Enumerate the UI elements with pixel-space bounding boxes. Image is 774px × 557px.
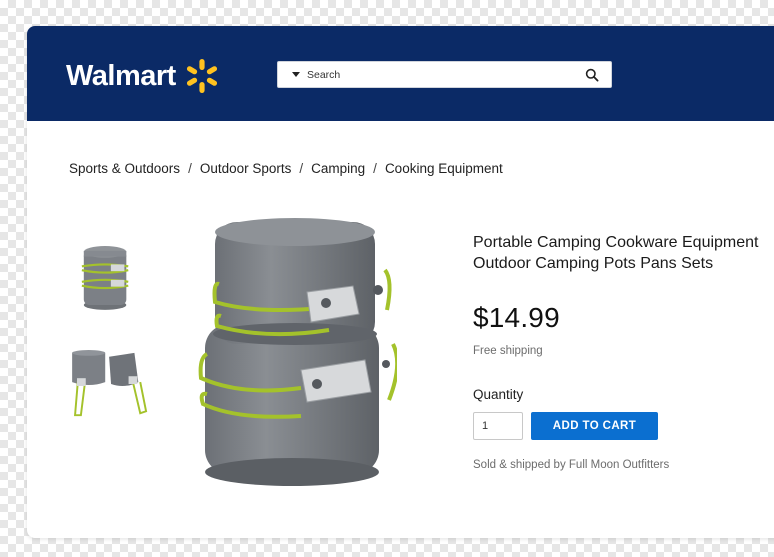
product-price: $14.99 bbox=[473, 302, 560, 333]
product-title-line-1: Portable Camping Cookware Equipment bbox=[473, 234, 759, 251]
product-title-line-2: Outdoor Camping Pots Pans Sets bbox=[473, 255, 714, 272]
product-title: Portable Camping Cookware Equipment Outd… bbox=[473, 232, 774, 274]
search-icon[interactable] bbox=[585, 68, 599, 82]
add-to-cart-button[interactable]: ADD TO CART bbox=[531, 412, 658, 440]
quantity-input[interactable] bbox=[473, 412, 523, 440]
browser-window: Walmart Sports & Outdoors bbox=[27, 26, 774, 538]
quantity-label: Quantity bbox=[473, 387, 524, 402]
logo-text: Walmart bbox=[66, 59, 176, 92]
product-main-image bbox=[198, 218, 397, 486]
breadcrumb-separator: / bbox=[299, 161, 304, 176]
search-dropdown-caret-icon[interactable] bbox=[292, 72, 300, 77]
spark-icon bbox=[186, 59, 217, 93]
breadcrumb-cooking-equipment[interactable]: Cooking Equipment bbox=[385, 161, 503, 176]
product-thumbnail-2[interactable] bbox=[67, 348, 159, 422]
site-header: Walmart bbox=[27, 26, 774, 121]
search-bar[interactable] bbox=[277, 61, 612, 88]
breadcrumb-separator: / bbox=[188, 161, 192, 176]
shipping-info: Free shipping bbox=[473, 345, 543, 357]
breadcrumb: Sports & Outdoors / Outdoor Sports / Cam… bbox=[69, 161, 503, 176]
breadcrumb-separator: / bbox=[373, 161, 377, 176]
breadcrumb-outdoor-sports[interactable]: Outdoor Sports bbox=[200, 161, 292, 176]
product-thumbnail-1[interactable] bbox=[77, 238, 137, 314]
breadcrumb-sports-outdoors[interactable]: Sports & Outdoors bbox=[69, 161, 180, 176]
seller-info: Sold & shipped by Full Moon Outfitters bbox=[473, 459, 670, 471]
search-input[interactable] bbox=[307, 68, 567, 81]
breadcrumb-camping[interactable]: Camping bbox=[311, 161, 365, 176]
walmart-logo[interactable]: Walmart bbox=[66, 56, 222, 96]
